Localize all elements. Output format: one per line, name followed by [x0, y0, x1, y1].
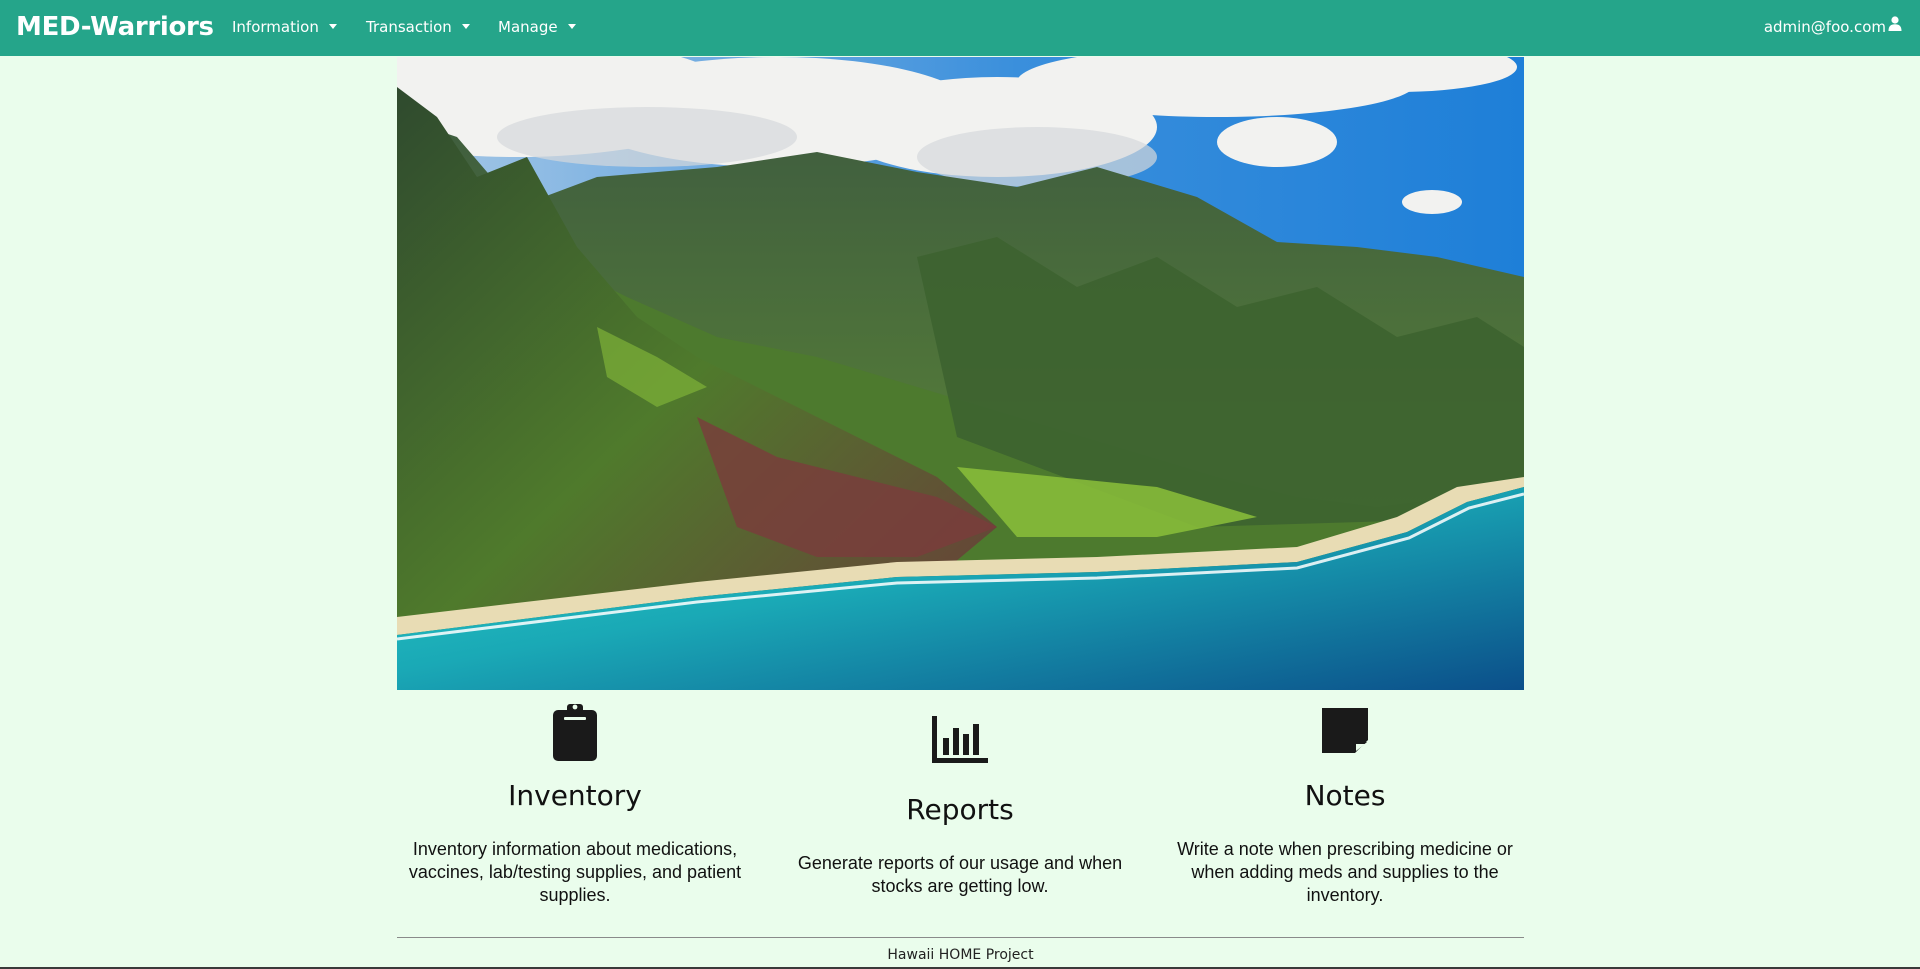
nav-menu-transaction[interactable]: Transaction: [366, 17, 470, 37]
nav-menu-label: Manage: [498, 18, 558, 36]
nav-menu-label: Information: [232, 18, 319, 36]
feature-description: Inventory information about medications,…: [408, 839, 742, 905]
clipboard-icon: [553, 704, 597, 761]
user-email: admin@foo.com: [1763, 18, 1886, 36]
sticky-note-icon: [1322, 708, 1368, 753]
feature-title: Inventory: [508, 779, 642, 812]
feature-description: Generate reports of our usage and when s…: [797, 853, 1123, 896]
hero-landscape-image: [397, 57, 1524, 690]
caret-down-icon: [461, 24, 470, 29]
top-navbar: MED-Warriors Information Transaction Man…: [0, 0, 1920, 56]
footer-text: Hawaii HOME Project: [887, 947, 1034, 963]
nav-menu-label: Transaction: [366, 18, 452, 36]
caret-down-icon: [328, 24, 337, 29]
user-account-menu[interactable]: admin@foo.com: [1763, 15, 1902, 38]
user-icon: [1888, 15, 1902, 36]
hero-landscape-illustration: [397, 57, 1524, 690]
feature-description: Write a note when prescribing medicine o…: [1177, 839, 1513, 905]
feature-reports: Reports Generate reports of our usage an…: [781, 716, 1139, 898]
bar-chart-icon: [932, 716, 988, 763]
caret-down-icon: [567, 24, 576, 29]
feature-inventory: Inventory Inventory information about me…: [397, 702, 753, 907]
feature-title: Notes: [1304, 779, 1386, 812]
footer-divider: [397, 937, 1524, 938]
nav-menu-information[interactable]: Information: [232, 17, 337, 37]
feature-notes: Notes Write a note when prescribing medi…: [1167, 702, 1523, 907]
nav-menu-manage[interactable]: Manage: [498, 17, 576, 37]
brand-logo-link[interactable]: MED-Warriors: [16, 10, 214, 44]
feature-title: Reports: [906, 793, 1014, 826]
